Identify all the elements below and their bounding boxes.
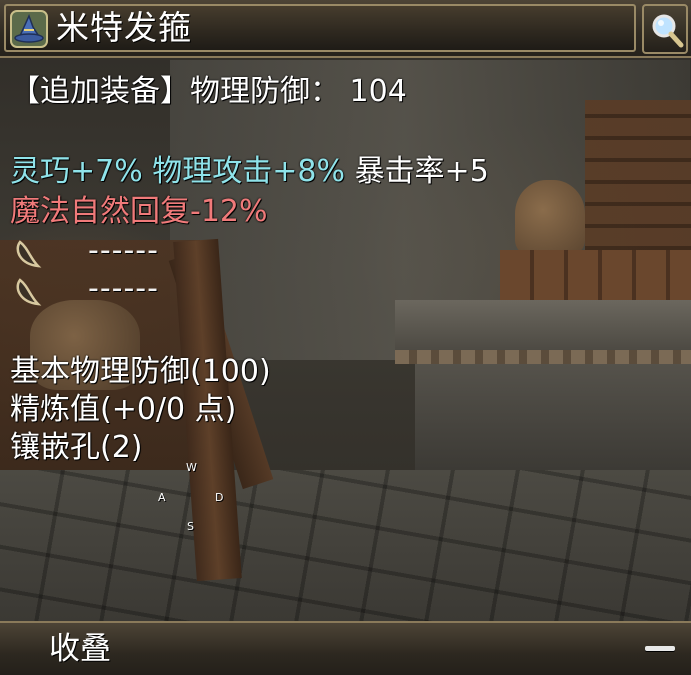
refine-value-line: 精炼值(+0/0 点) [10,392,237,427]
move-key-s: S [187,520,194,533]
socket-slot-2-label: ------ [88,271,159,306]
collapse-button[interactable]: 收叠 [49,626,111,672]
item-title-bar: 米特发箍 [0,0,691,58]
empty-socket-icon [16,278,42,306]
bonus-stats-line: 灵巧+7% 物理攻击+8% 暴击率+5 [10,153,489,191]
base-defense-line: 基本物理防御(100) [10,354,271,389]
empty-socket-icon [16,240,42,268]
bonus-stat-crit: 暴击率+5 [354,154,489,189]
counter-base [415,364,691,474]
move-key-w: W [186,461,197,474]
search-button[interactable] [642,4,688,54]
sack [515,180,585,255]
socket-slot-1-label: ------ [88,233,159,268]
wizard-hat-icon [10,10,48,48]
socket-count-line: 镶嵌孔(2) [10,430,143,465]
minus-icon[interactable] [645,646,675,651]
counter-trim [395,350,691,364]
bonus-stat-dex: 灵巧+7% [10,154,143,189]
bonus-stat-attack: 物理攻击+8% [152,154,346,189]
crate [500,250,691,300]
attach-defense-line: 【追加装备】物理防御： 104 [10,74,407,109]
penalty-stat-line: 魔法自然回复-12% [10,194,268,229]
cobblestone-floor [0,470,691,630]
move-key-a: A [158,491,166,504]
move-key-d: D [215,491,224,504]
stone-counter [395,300,691,350]
item-name: 米特发箍 [56,8,192,47]
magnifier-icon [652,14,684,48]
